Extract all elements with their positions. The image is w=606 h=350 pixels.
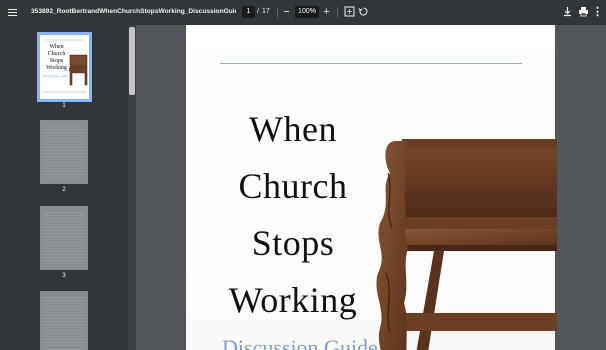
thumb-text-lines [44, 212, 84, 264]
toolbar-divider [277, 7, 278, 18]
cover-subtitle: Discussion Guide [222, 335, 378, 350]
thumb-text-lines [44, 297, 84, 349]
zoom-in-icon[interactable]: + [320, 6, 333, 19]
rotate-icon[interactable] [357, 6, 370, 19]
thumbnail-page-4[interactable] [40, 291, 88, 350]
thumb-subtitle: Discussion Guide [43, 74, 68, 78]
pdf-toolbar: 353892_RootBertrandWhenChurchStopsWorkin… [0, 0, 606, 25]
menu-icon[interactable] [6, 6, 20, 20]
pdf-page-1: When Church Stops Working Discussion Gui… [186, 25, 557, 350]
thumb-title-line: When [49, 44, 64, 50]
thumbnail-page-number: 3 [62, 273, 66, 279]
cover-title-line: When [249, 109, 337, 149]
cover-title-line: Stops [251, 223, 335, 263]
fit-page-icon[interactable] [343, 6, 356, 19]
thumb-text-lines [44, 126, 84, 178]
zoom-input[interactable]: 100% [295, 6, 319, 18]
thumbnail-page-number: 1 [62, 103, 66, 109]
thumbnail-page-3[interactable] [40, 206, 88, 270]
thumbnail-page-2[interactable] [40, 120, 88, 184]
thumbnail-page-number: 2 [62, 187, 66, 193]
toolbar-divider [337, 7, 338, 18]
thumbnail-page-1[interactable]: When Church Stops Working Discussion Gui… [37, 32, 92, 102]
thumb-title-line: Stops [49, 58, 64, 64]
thumb-title-line: Church [47, 51, 66, 57]
thumb-title-line: Working [46, 65, 67, 71]
zoom-out-icon[interactable]: − [280, 6, 293, 19]
more-icon[interactable]: ⋮ [591, 6, 604, 19]
print-icon[interactable] [577, 6, 590, 19]
cover-title-line: Church [238, 166, 348, 206]
page-total: 17 [262, 8, 270, 15]
scrollbar-thumb[interactable] [129, 27, 135, 95]
download-icon[interactable] [561, 6, 574, 19]
document-title: 353892_RootBertrandWhenChurchStopsWorkin… [31, 8, 236, 15]
page-separator: / [257, 8, 259, 15]
church-pew-image [376, 139, 557, 350]
header-rule [220, 63, 522, 64]
cover-title-line: Working [228, 280, 358, 320]
sidebar-scrollbar[interactable] [128, 25, 136, 350]
page-number-input[interactable]: 1 [242, 6, 255, 18]
thumbnail-sidebar: When Church Stops Working Discussion Gui… [0, 25, 128, 350]
document-viewer[interactable]: When Church Stops Working Discussion Gui… [136, 25, 606, 350]
